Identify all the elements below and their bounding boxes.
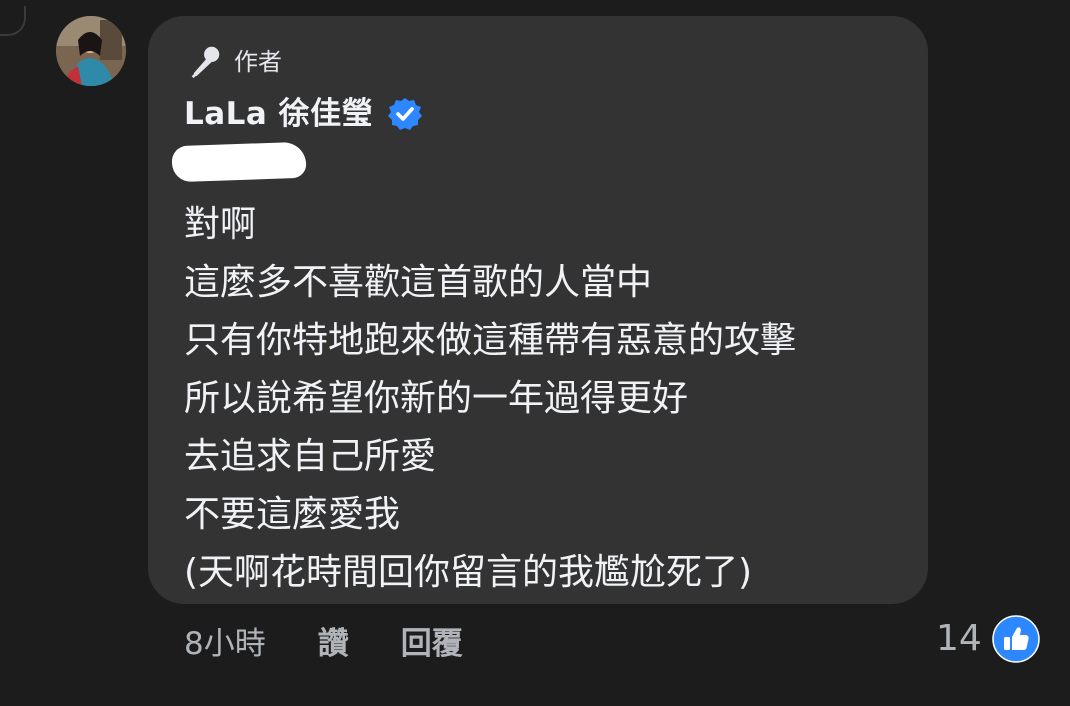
author-name[interactable]: LaLa 徐佳瑩 (184, 98, 373, 130)
reaction-count: 14 (936, 618, 982, 659)
reply-button[interactable]: 回覆 (401, 628, 463, 660)
author-badge: 作者 (186, 44, 282, 80)
comment-line: 去追求自己所愛 (184, 436, 437, 477)
comment-actions: 8小時 讚 回覆 (184, 620, 463, 668)
comment-line: 只有你特地跑來做這種帶有惡意的攻擊 (184, 320, 797, 361)
comment-line: 對啊 (184, 204, 257, 245)
reaction-summary[interactable]: 14 (936, 614, 1040, 664)
author-badge-label: 作者 (234, 48, 282, 76)
redacted-mention (171, 141, 307, 183)
like-thumb-icon (992, 615, 1040, 663)
thread-connector-line (0, 6, 26, 36)
avatar[interactable] (56, 16, 126, 86)
comment-line: (天啊花時間回你留言的我尷尬死了) (184, 552, 753, 593)
avatar-image (56, 16, 126, 86)
comment-line: 所以說希望你新的一年過得更好 (184, 378, 689, 419)
comment-thread: 作者 LaLa 徐佳瑩 對啊 這麼多不喜歡這首歌的人當中 只有你特地跑來做這種帶… (0, 0, 1070, 706)
comment-timestamp[interactable]: 8小時 (184, 628, 266, 660)
microphone-icon (191, 46, 220, 79)
comment-text: 對啊 這麼多不喜歡這首歌的人當中 只有你特地跑來做這種帶有惡意的攻擊 所以說希望… (184, 196, 914, 602)
comment-line: 不要這麼愛我 (184, 494, 401, 535)
author-header: LaLa 徐佳瑩 (184, 92, 423, 136)
verified-badge-icon (388, 98, 423, 130)
comment-line: 這麼多不喜歡這首歌的人當中 (184, 262, 653, 303)
like-button[interactable]: 讚 (318, 628, 349, 660)
